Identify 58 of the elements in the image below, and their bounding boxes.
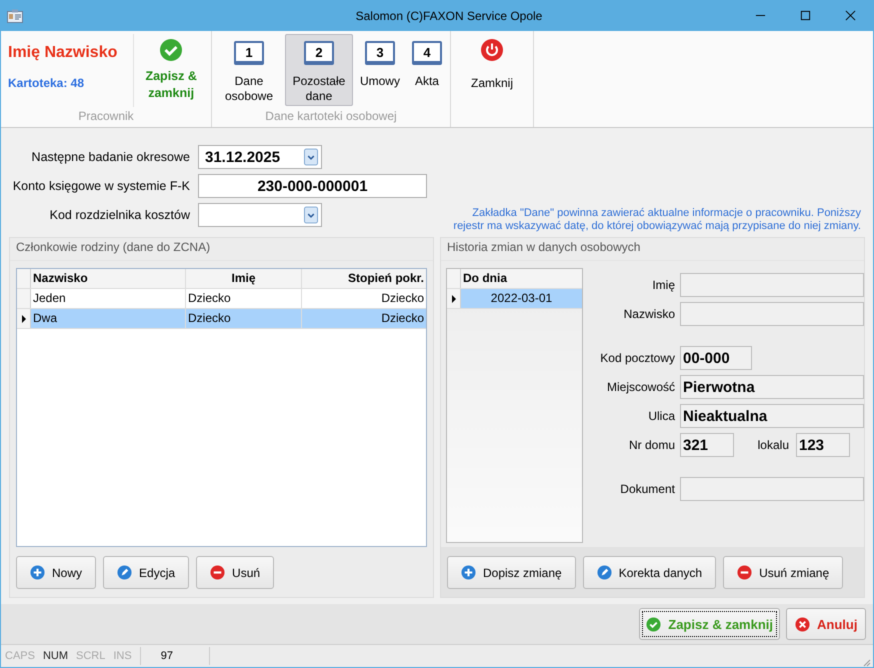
monitor-icon: 2 [304, 41, 334, 65]
action-button[interactable]: Edycja [103, 556, 190, 589]
field-label: Kod rozdzielnika kosztów [48, 208, 190, 222]
table-cell: Dwa [31, 309, 186, 328]
group-label: Dane kartoteki osobowej [264, 108, 398, 125]
readonly-field: 321 [680, 433, 734, 457]
field-label: Nr domu [628, 438, 675, 452]
key-indicator: CAPS [4, 650, 36, 662]
field-label: Następne badanie okresowe [30, 150, 190, 164]
readonly-field: 00-000 [680, 346, 752, 370]
key-indicator: NUM [42, 650, 70, 662]
field-label: Ulica [647, 409, 675, 423]
save-and-close-button[interactable]: Zapisz & zamknij [134, 34, 208, 107]
field-label: Nazwisko [622, 307, 675, 321]
table-cell: Dziecko [302, 309, 426, 328]
account-field[interactable]: 230-000-000001 [198, 174, 427, 198]
monitor-icon: 3 [364, 41, 395, 65]
readonly-field: Pierwotna [680, 375, 864, 399]
field-label: Kod pocztowy [599, 351, 675, 365]
ribbon-tab[interactable]: 4 Akta [406, 34, 447, 106]
action-button[interactable]: Nowy [16, 556, 96, 589]
action-button[interactable]: Korekta danych [582, 556, 716, 589]
table-cell: Dziecko [186, 289, 302, 308]
field-label: Konto księgowe w systemie F-K [12, 179, 190, 193]
field-label: Imię [651, 278, 675, 292]
table-row[interactable]: Dwa Dziecko Dziecko [17, 309, 426, 329]
key-indicator: SCRL [75, 650, 106, 662]
field-label: Dokument [619, 482, 675, 496]
action-button[interactable]: Usuń zmianę [723, 556, 844, 589]
record-count: 97 [140, 647, 210, 665]
table-cell-text: Dziecko [380, 290, 425, 307]
ribbon-tab[interactable]: 3 Umowy [354, 34, 405, 106]
key-indicator: INS [112, 650, 133, 662]
field-label: lokalu [756, 438, 790, 452]
panel-title: Członkowie rodziny (dane do ZCNA) [10, 238, 433, 261]
column-header[interactable]: Stopień pokr. [302, 269, 426, 288]
panel-title: Historia zmian w danych osobowych [441, 238, 864, 261]
monitor-icon: 4 [412, 41, 442, 65]
readonly-field: Nieaktualna [680, 404, 864, 428]
info-note: Zakładka "Dane" powinna zawierać aktualne informacje o pracowniku. Poniższy rejestr ma wskazywać datę, do której obowiązywać mają przypisane do niej zmiany. [452, 207, 861, 233]
field-label: Miejscowość [606, 380, 675, 394]
column-header[interactable]: Imię [186, 269, 302, 288]
ribbon-tab[interactable]: 2 Pozostałe dane [284, 34, 353, 106]
column-header[interactable]: Nazwisko [31, 269, 186, 288]
employee-name: Imię Nazwisko [8, 44, 118, 62]
table-cell: Jeden [31, 289, 186, 308]
action-button[interactable]: Usuń [196, 556, 274, 589]
file-number: Kartoteka: 48 [8, 76, 86, 90]
group-label: Pracownik [77, 108, 135, 125]
close-button[interactable]: Zamknij [454, 34, 530, 127]
ribbon-tab[interactable]: 1 Dane osobowe [215, 34, 283, 106]
date-field[interactable]: 31.12.2025 [198, 145, 322, 169]
cancel-button[interactable]: Anuluj [786, 608, 866, 640]
action-button[interactable]: Dopisz zmianę [447, 556, 576, 589]
table-cell: Dziecko [186, 309, 302, 328]
monitor-icon: 1 [234, 41, 264, 65]
readonly-field: 123 [796, 433, 850, 457]
window-title: Salomon (C)FAXON Service Opole [354, 8, 544, 22]
